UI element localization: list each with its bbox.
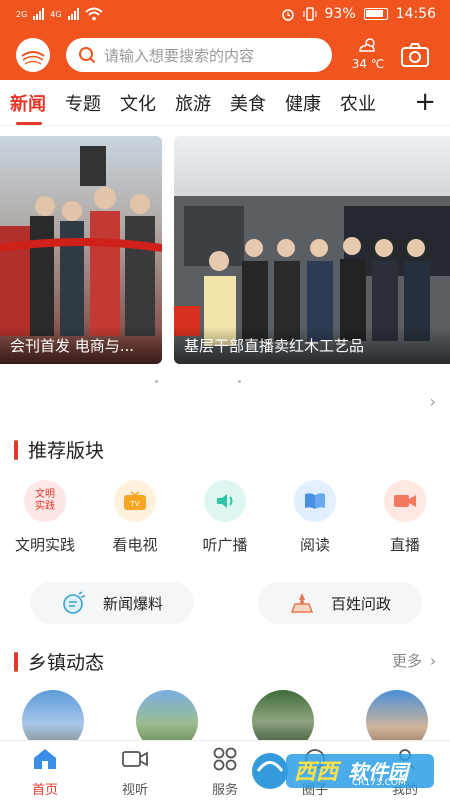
book-icon [294,480,336,522]
citizen-inquiry-button[interactable]: 百姓问政 [258,582,422,624]
svg-text:TV: TV [129,500,139,508]
towns-more-link[interactable]: 更多 › [392,650,436,671]
rec-label: 听广播 [202,536,248,554]
status-time: 14:56 [395,6,436,22]
nav-label: 视听 [121,783,148,798]
tab-health[interactable]: 健康 [285,90,321,116]
section-accent-bar [14,651,18,672]
vibrate-icon [302,7,317,21]
recommended-title: 推荐版块 [28,440,105,462]
add-channel-icon[interactable]: + [414,88,436,116]
civilization-badge-icon: 文明实践 [24,480,66,522]
search-bar[interactable]: 请输入想要搜索的内容 [66,38,332,72]
battery-percent: 93% [324,6,356,22]
chevron-right-icon[interactable]: › [430,392,436,411]
wifi-icon [84,7,103,21]
watermark-text-1: 西西 [294,760,339,785]
tab-food[interactable]: 美食 [230,90,266,116]
nav-label: 首页 [31,783,58,798]
network-label-4g: 4G [50,9,62,19]
carousel-slide-prev[interactable]: 会刊首发 电商与... [0,136,162,364]
citizen-inquiry-label: 百姓问政 [330,594,391,613]
rec-item-radio[interactable]: 听广播 [185,480,265,555]
camera-icon [401,43,429,67]
app-header: 2G 4G 93% 14:56 请输入想要搜索的内容 34 ℃ [0,0,450,80]
search-icon [79,47,96,64]
network-label-2g: 2G [16,9,28,19]
rec-item-reading[interactable]: 阅读 [275,480,355,555]
video-camera-icon [384,480,426,522]
tab-topics[interactable]: 专题 [65,90,101,116]
site-watermark: 西西 软件园 CR173.COM [248,746,438,796]
news-tip-icon [63,591,86,614]
nav-video[interactable]: 视听 [100,747,170,798]
tab-travel[interactable]: 旅游 [175,90,211,116]
recommended-grid: 文明实践 文明实践 TV 看电视 听广播 阅读 直播 [0,480,450,560]
rec-label: 看电视 [112,536,158,554]
tab-news[interactable]: 新闻 [10,90,46,125]
rec-item-civilization[interactable]: 文明实践 文明实践 [5,480,85,555]
search-placeholder: 请输入想要搜索的内容 [104,46,255,65]
citizen-inquiry-icon [290,593,314,613]
towns-thumbnail-row [0,690,450,752]
section-accent-bar [14,439,18,460]
tab-agriculture[interactable]: 农业 [340,90,376,116]
signal-icon [33,8,45,20]
rec-label: 阅读 [299,536,330,554]
home-icon [34,749,56,769]
rec-item-live[interactable]: 直播 [365,480,445,555]
grid-circles-icon [213,747,237,771]
chevron-right-icon: › [430,651,436,670]
app-logo[interactable] [16,38,50,72]
signal-icon-2 [67,8,79,20]
weather-cloud-sun-icon [359,38,375,52]
news-tip-label: 新闻爆料 [102,594,163,613]
video-icon [122,751,148,767]
towns-title: 乡镇动态 [28,652,105,674]
weather-widget[interactable]: 34 ℃ [346,36,390,71]
news-tip-button[interactable]: 新闻爆料 [30,582,194,624]
nav-home[interactable]: 首页 [10,747,80,798]
news-carousel[interactable]: 会刊首发 电商与... 基层干部直播卖红木工艺品 [0,136,450,366]
tv-icon: TV [114,480,156,522]
carousel-slide-current[interactable]: 基层干部直播卖红木工艺品 [174,136,450,364]
status-bar: 2G 4G 93% 14:56 [0,0,450,30]
alarm-icon [281,9,294,21]
channel-tabs: 新闻 专题 文化 旅游 美食 健康 农业 [0,80,450,126]
carousel-caption-current: 基层干部直播卖红木工艺品 [174,327,450,364]
tab-culture[interactable]: 文化 [120,90,156,116]
rec-label: 直播 [389,536,420,554]
towns-section-header: 乡镇动态 [14,648,104,675]
rec-label: 文明实践 [14,536,75,554]
carousel-caption-prev: 会刊首发 电商与... [0,327,162,364]
watermark-text-3: CR173.COM [352,778,406,788]
more-label: 更多 [391,652,422,670]
temperature-label: 34 ℃ [351,57,385,71]
camera-button[interactable] [400,42,430,70]
carousel-indicator [155,380,241,383]
civilization-badge-text: 文明实践 [35,489,55,512]
rec-item-tv[interactable]: TV 看电视 [95,480,175,555]
battery-icon [363,8,388,20]
speaker-icon [204,480,246,522]
recommended-section-header: 推荐版块 [14,436,104,463]
